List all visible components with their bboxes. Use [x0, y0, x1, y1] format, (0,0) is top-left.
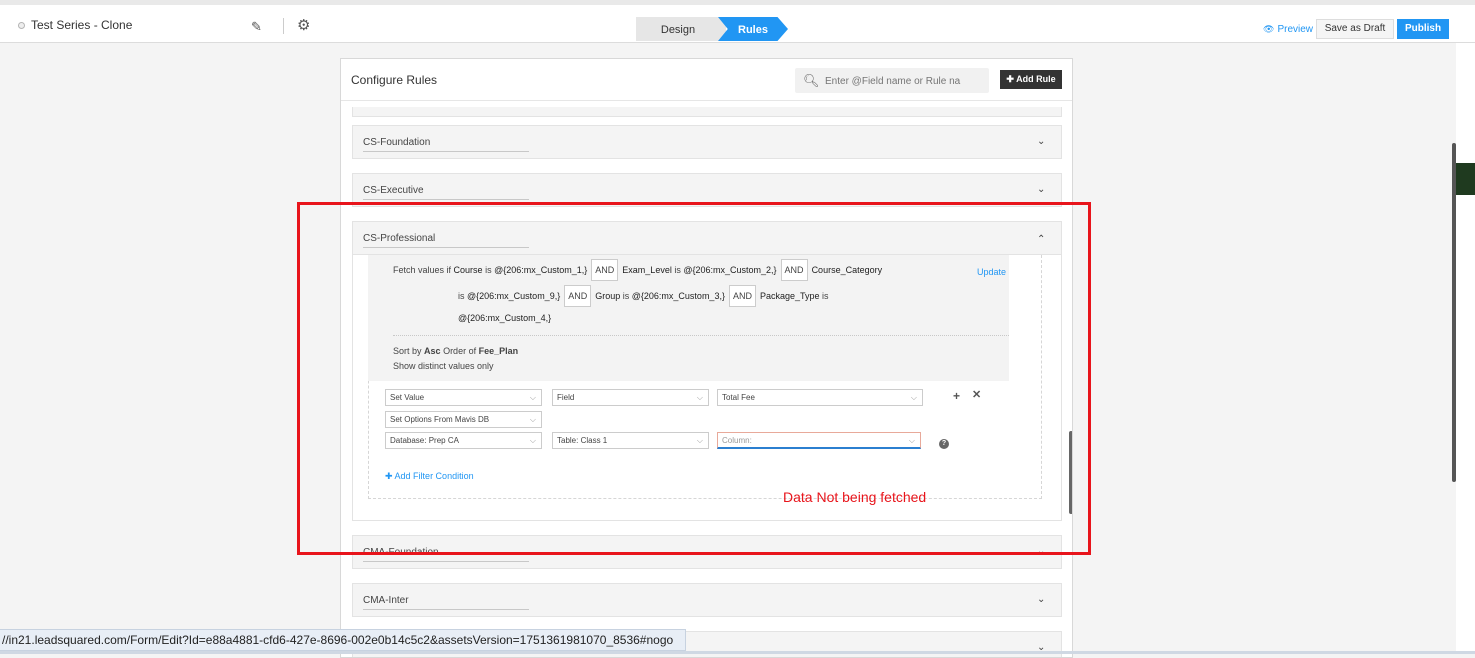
accordion-cs-foundation[interactable]: CS-Foundation ⌄	[352, 125, 1062, 159]
preview-label: Preview	[1277, 24, 1314, 35]
add-rule-label: Add Rule	[1016, 74, 1056, 84]
form-title: Test Series - Clone	[18, 18, 132, 32]
highlight-box	[297, 202, 1091, 555]
accordion-label: CMA-Inter	[363, 595, 529, 610]
accordion-cma-inter[interactable]: CMA-Inter ⌄	[352, 583, 1062, 617]
eye-icon: 👁	[1263, 24, 1275, 34]
step-design[interactable]: Design	[636, 17, 726, 41]
accordion-previous-edge	[352, 107, 1062, 117]
chevron-down-icon[interactable]: ⌄	[1037, 184, 1045, 195]
rule-search-box: 🔍︎	[795, 68, 989, 93]
divider	[283, 18, 284, 34]
pencil-icon[interactable]: ✎	[251, 19, 262, 35]
right-edge-widget	[1456, 163, 1475, 195]
chevron-down-icon[interactable]: ⌄	[1037, 594, 1045, 605]
search-icon: 🔍︎	[803, 73, 820, 88]
status-bar-url: //in21.leadsquared.com/Form/Edit?Id=e88a…	[0, 629, 687, 651]
page-scrollbar[interactable]	[1452, 143, 1456, 482]
form-title-text: Test Series - Clone	[31, 18, 133, 32]
gear-icon[interactable]: ⚙	[297, 16, 310, 34]
accordion-label: CS-Executive	[363, 185, 529, 200]
chevron-down-icon[interactable]: ⌄	[1037, 136, 1045, 147]
right-edge	[1456, 43, 1475, 654]
accordion-label: CS-Foundation	[363, 137, 529, 152]
top-bar: Test Series - Clone ✎ ⚙ Design Rules 👁 P…	[0, 0, 1475, 43]
status-dot-icon	[18, 21, 25, 29]
add-rule-button[interactable]: ✚ Add Rule	[1000, 70, 1062, 89]
save-as-draft-button[interactable]: Save as Draft	[1316, 19, 1394, 39]
step-rules[interactable]: Rules	[718, 17, 788, 41]
preview-link[interactable]: 👁 Preview	[1263, 24, 1313, 35]
rule-search-input[interactable]	[825, 73, 980, 89]
publish-button[interactable]: Publish	[1397, 19, 1449, 39]
panel-title: Configure Rules	[351, 73, 438, 87]
plus-icon: ✚	[1006, 74, 1017, 84]
annotation-text: Data Not being fetched	[783, 489, 927, 505]
panel-header: Configure Rules 🔍︎ ✚ Add Rule	[341, 59, 1072, 101]
